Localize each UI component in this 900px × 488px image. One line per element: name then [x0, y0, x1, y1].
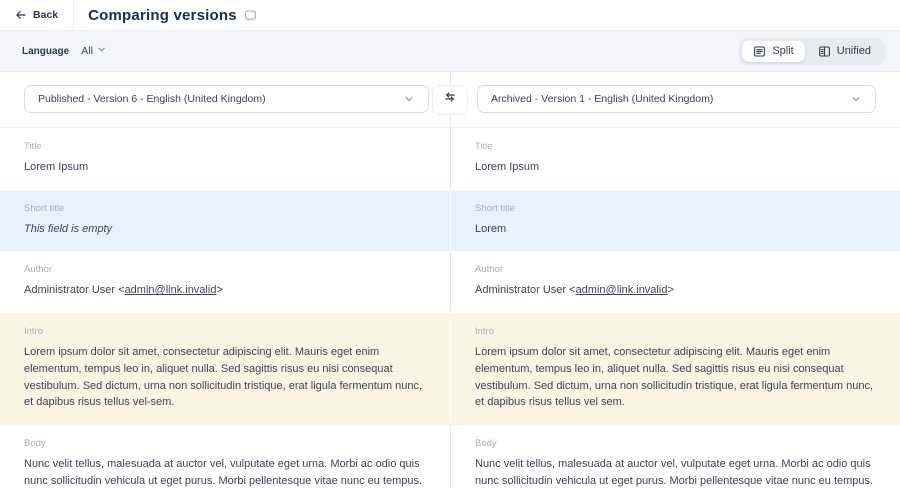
right-version-select[interactable]: Archived - Version 1 - English (United K… [477, 85, 876, 113]
toolbar: Language All Split [0, 30, 900, 72]
split-view-label: Split [772, 45, 793, 57]
language-select[interactable]: All [81, 44, 107, 58]
field-cell: Short title Lorem [450, 190, 900, 252]
compare-area: Published - Version 6 - English (United … [0, 72, 900, 488]
left-version-select[interactable]: Published - Version 6 - English (United … [24, 85, 429, 113]
author-suffix: > [216, 284, 222, 296]
top-bar: Back Comparing versions [0, 0, 900, 30]
field-label: Body [24, 438, 426, 449]
back-label: Back [33, 9, 58, 21]
field-value: Nunc velit tellus, malesuada at auctor v… [24, 456, 426, 488]
swap-arrows-icon [443, 90, 457, 109]
language-label: Language [22, 46, 69, 57]
back-button[interactable]: Back [0, 0, 74, 30]
field-value: Administrator User <admin@link.invalid> [475, 282, 876, 299]
field-value: Lorem ipsum dolor sit amet, consectetur … [475, 344, 876, 411]
author-email-link[interactable]: admin@link.invalid [125, 284, 217, 296]
field-cell: Body Nunc velit tellus, malesuada at auc… [450, 425, 900, 488]
field-cell: Intro Lorem ipsum dolor sit amet, consec… [450, 313, 900, 425]
field-row-short-title: Short title This field is empty Short ti… [0, 190, 900, 252]
left-version-value: Published - Version 6 - English (United … [38, 93, 266, 105]
field-value: Nunc velit tellus, malesuada at auctor v… [475, 456, 876, 488]
field-label: Author [24, 264, 426, 275]
view-mode-toggle: Split Unified [739, 38, 885, 65]
chevron-down-icon [403, 93, 415, 105]
field-cell: Title Lorem Ipsum [0, 128, 450, 190]
field-value: Lorem [475, 221, 876, 238]
field-label: Intro [24, 326, 426, 337]
field-row-title: Title Lorem Ipsum Title Lorem Ipsum [0, 128, 900, 190]
author-name: Administrator User < [475, 284, 576, 296]
field-cell: Body Nunc velit tellus, malesuada at auc… [0, 425, 450, 488]
chevron-down-icon [96, 44, 107, 58]
field-label: Intro [475, 326, 876, 337]
chevron-down-icon [850, 93, 862, 105]
field-value: Lorem ipsum dolor sit amet, consectetur … [24, 344, 426, 411]
swap-versions-button[interactable] [432, 85, 468, 115]
field-value: Lorem Ipsum [24, 159, 426, 176]
field-label: Short title [475, 203, 876, 214]
field-label: Author [475, 264, 876, 275]
page-title: Comparing versions [88, 7, 237, 24]
right-version-value: Archived - Version 1 - English (United K… [491, 93, 713, 105]
field-value-empty: This field is empty [24, 221, 426, 238]
field-cell: Title Lorem Ipsum [450, 128, 900, 190]
field-cell: Author Administrator User <admin@link.in… [0, 251, 450, 313]
field-cell: Author Administrator User <admin@link.in… [450, 251, 900, 313]
comment-badge-icon [244, 9, 257, 22]
author-suffix: > [667, 284, 673, 296]
version-picker-row: Published - Version 6 - English (United … [0, 72, 900, 128]
field-cell: Intro Lorem ipsum dolor sit amet, consec… [0, 313, 450, 425]
field-label: Short title [24, 203, 426, 214]
field-label: Body [475, 438, 876, 449]
field-value: Lorem Ipsum [475, 159, 876, 176]
field-label: Title [475, 141, 876, 152]
field-cell: Short title This field is empty [0, 190, 450, 252]
field-value: Administrator User <admin@link.invalid> [24, 282, 426, 299]
author-name: Administrator User < [24, 284, 125, 296]
unified-view-button[interactable]: Unified [807, 41, 882, 62]
split-view-button[interactable]: Split [742, 41, 804, 62]
unified-view-icon [818, 45, 831, 58]
field-row-intro: Intro Lorem ipsum dolor sit amet, consec… [0, 313, 900, 425]
arrow-left-icon [15, 9, 27, 21]
language-value: All [81, 45, 93, 57]
field-row-body: Body Nunc velit tellus, malesuada at auc… [0, 425, 900, 488]
field-row-author: Author Administrator User <admin@link.in… [0, 251, 900, 313]
split-view-icon [753, 45, 766, 58]
unified-view-label: Unified [837, 45, 871, 57]
field-label: Title [24, 141, 426, 152]
author-email-link[interactable]: admin@link.invalid [576, 284, 668, 296]
